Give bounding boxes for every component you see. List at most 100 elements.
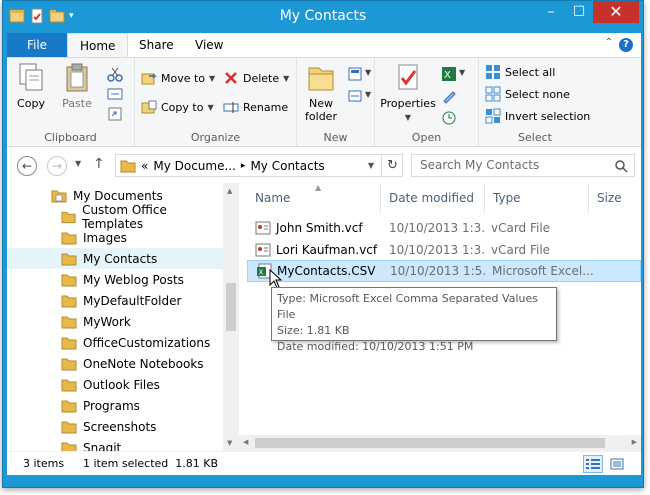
copy-path-icon[interactable] xyxy=(107,86,123,102)
delete-button[interactable]: Delete ▼ xyxy=(223,70,289,86)
back-button[interactable]: ← xyxy=(17,156,37,176)
nav-item-folder[interactable]: Programs xyxy=(7,395,223,416)
column-header-size[interactable]: Size xyxy=(589,183,641,213)
nav-item-folder[interactable]: Snagit xyxy=(7,437,223,451)
nav-item-folder[interactable]: Outlook Files xyxy=(7,374,223,395)
close-button[interactable]: ✕ xyxy=(593,1,639,23)
nav-pane-scrollbar[interactable]: ▲ ▼ xyxy=(223,183,239,451)
breadcrumb-my-contacts[interactable]: My Contacts xyxy=(250,159,324,173)
nav-item-folder[interactable]: MyWork xyxy=(7,311,223,332)
vcard-icon xyxy=(255,243,271,257)
up-button[interactable]: ↑ xyxy=(93,156,105,172)
svg-text:X: X xyxy=(259,269,264,277)
file-info-tooltip: Type: Microsoft Excel Comma Separated Va… xyxy=(271,287,557,353)
scrollbar-thumb[interactable] xyxy=(226,283,236,331)
new-item-dropdown-icon[interactable]: ▼ xyxy=(365,68,371,77)
folder-icon xyxy=(61,337,77,349)
rename-button[interactable]: Rename xyxy=(223,99,288,115)
nav-item-folder[interactable]: OneNote Notebooks xyxy=(7,353,223,374)
file-pane-horizontal-scrollbar[interactable]: ◀ ▶ xyxy=(239,435,641,451)
help-icon[interactable]: ? xyxy=(619,38,633,52)
scroll-down-icon[interactable]: ▼ xyxy=(227,439,232,447)
tab-home[interactable]: Home xyxy=(67,33,129,57)
excel-open-icon[interactable]: X xyxy=(441,66,457,82)
scroll-right-icon[interactable]: ▶ xyxy=(632,438,637,446)
file-date: 10/10/2013 1:3... xyxy=(389,243,485,257)
folder-icon xyxy=(308,67,334,91)
copy-button[interactable]: Copy xyxy=(13,62,49,110)
move-to-button[interactable]: Move to ▼ xyxy=(141,70,215,86)
paste-shortcut-icon[interactable] xyxy=(107,106,123,122)
nav-item-folder[interactable]: My Weblog Posts xyxy=(7,269,223,290)
column-header-type[interactable]: Type xyxy=(485,183,589,213)
properties-button[interactable]: Properties ▼ xyxy=(379,62,437,123)
new-folder-button[interactable]: New folder xyxy=(301,62,341,123)
explorer-window: ▾ My Contacts – ☐ ✕ File Home Share View… xyxy=(2,0,644,488)
scrollbar-thumb[interactable] xyxy=(255,438,605,448)
invert-selection-icon xyxy=(485,108,501,124)
nav-item-folder[interactable]: Images xyxy=(7,227,223,248)
invert-selection-button[interactable]: Invert selection xyxy=(485,108,590,124)
breadcrumb-separator-icon[interactable]: ▸ xyxy=(241,161,246,171)
copy-to-icon xyxy=(141,100,157,114)
nav-item-label: MyDefaultFolder xyxy=(83,293,182,308)
details-view-button[interactable] xyxy=(583,455,603,473)
nav-item-folder-selected[interactable]: My Contacts xyxy=(7,248,223,269)
search-icon xyxy=(615,160,628,173)
column-header-date-modified[interactable]: Date modified xyxy=(381,183,485,213)
forward-button[interactable]: → xyxy=(47,156,67,176)
large-icons-view-button[interactable] xyxy=(607,455,627,473)
organize-group: Move to ▼ Copy to ▼ Delete ▼ Rename Organiz… xyxy=(135,58,297,146)
edit-icon[interactable] xyxy=(441,88,457,104)
collapse-ribbon-icon[interactable]: ⌃ xyxy=(605,37,613,48)
nav-item-label: MyWork xyxy=(83,314,131,329)
nav-item-folder[interactable]: Custom Office Templates xyxy=(7,203,223,231)
easy-access-icon[interactable] xyxy=(347,88,363,104)
navigation-pane: My Documents Custom Office Templates Ima… xyxy=(7,183,239,451)
new-folder-label-1: New xyxy=(309,97,333,110)
address-bar[interactable]: « My Docume... ▸ My Contacts ▼ xyxy=(115,154,403,177)
nav-item-folder[interactable]: Screenshots xyxy=(7,416,223,437)
cut-icon[interactable] xyxy=(107,66,123,82)
nav-item-folder[interactable]: OfficeCustomizations xyxy=(7,332,223,353)
rename-icon xyxy=(223,102,239,113)
file-row-selected[interactable]: X MyContacts.CSV 10/10/2013 1:5... Micro… xyxy=(247,260,641,282)
recent-locations-icon[interactable]: ▼ xyxy=(75,159,81,168)
breadcrumb-overflow[interactable]: « xyxy=(141,159,148,173)
history-icon[interactable] xyxy=(441,110,457,126)
column-header-name[interactable]: Name xyxy=(247,183,381,213)
tab-share[interactable]: Share xyxy=(127,33,186,57)
select-none-label: Select none xyxy=(505,87,570,101)
nav-item-folder[interactable]: MyDefaultFolder xyxy=(7,290,223,311)
select-none-button[interactable]: Select none xyxy=(485,86,570,102)
tab-view[interactable]: View xyxy=(183,33,235,57)
open-dropdown-icon[interactable]: ▼ xyxy=(459,68,465,77)
scroll-up-icon[interactable]: ▲ xyxy=(227,187,232,195)
folder-icon xyxy=(61,295,77,307)
address-dropdown-icon[interactable]: ▼ xyxy=(368,161,374,170)
move-to-icon xyxy=(141,73,157,85)
refresh-button[interactable]: ↻ xyxy=(381,155,403,176)
minimize-button[interactable]: – xyxy=(537,1,565,23)
tab-file[interactable]: File xyxy=(7,33,67,57)
folder-icon xyxy=(61,358,77,370)
search-input[interactable]: Search My Contacts xyxy=(411,154,635,177)
scroll-left-icon[interactable]: ◀ xyxy=(243,438,248,446)
details-view-icon xyxy=(586,459,600,469)
copy-to-button[interactable]: Copy to ▼ xyxy=(141,99,214,115)
file-row[interactable]: Lori Kaufman.vcf 10/10/2013 1:3... vCard… xyxy=(247,239,641,261)
delete-dropdown-icon: ▼ xyxy=(283,73,290,83)
new-item-icon[interactable] xyxy=(347,66,363,82)
paste-button[interactable]: Paste xyxy=(57,62,97,110)
status-item-count: 3 items xyxy=(23,457,65,470)
file-name: MyContacts.CSV xyxy=(277,264,376,278)
properties-dropdown-icon: ▼ xyxy=(404,113,412,122)
easy-access-dropdown-icon[interactable]: ▼ xyxy=(365,90,371,99)
file-row[interactable]: John Smith.vcf 10/10/2013 1:3... vCard F… xyxy=(247,217,641,239)
maximize-button[interactable]: ☐ xyxy=(565,1,593,23)
file-date: 10/10/2013 1:5... xyxy=(390,264,486,278)
breadcrumb-my-documents[interactable]: My Docume... xyxy=(153,159,236,173)
file-name: John Smith.vcf xyxy=(276,221,363,235)
move-to-dropdown-icon: ▼ xyxy=(209,73,216,83)
select-all-button[interactable]: Select all xyxy=(485,64,555,80)
